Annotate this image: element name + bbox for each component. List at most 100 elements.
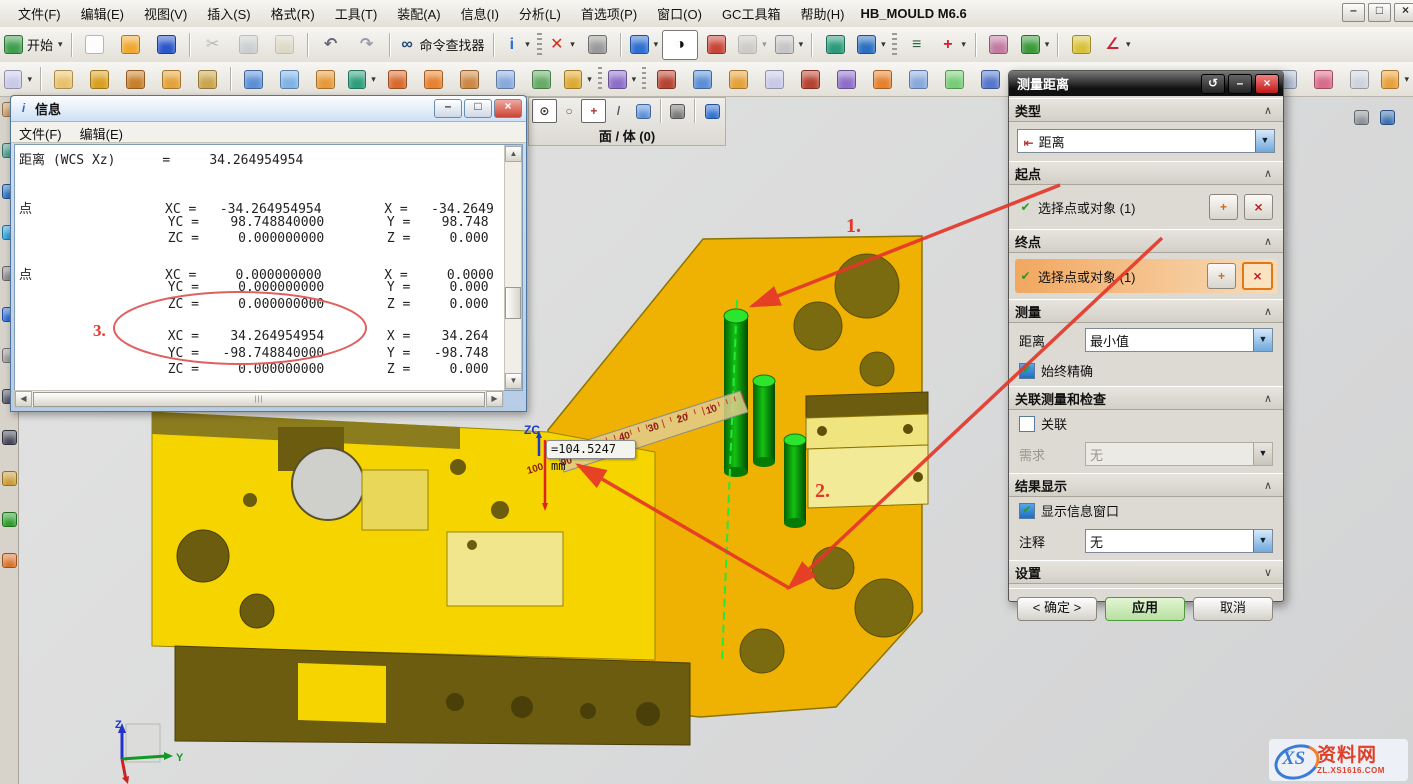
pocket-button[interactable] xyxy=(272,64,308,94)
start-menu-button[interactable]: 开始 ▾ xyxy=(0,30,67,60)
menu-assemblies[interactable]: 装配(A) xyxy=(387,1,450,26)
menu-file[interactable]: 文件(F) xyxy=(8,1,71,26)
snap-face-button[interactable] xyxy=(631,99,656,123)
section-settings[interactable]: 设置∨ xyxy=(1009,560,1283,584)
info-menu-file[interactable]: 文件(F) xyxy=(19,122,62,142)
section-start-point[interactable]: 起点∧ xyxy=(1009,161,1283,185)
extrude-button[interactable] xyxy=(82,64,118,94)
stacked-sheets-button[interactable] xyxy=(936,64,972,94)
dialog-reset-button[interactable]: ↺ xyxy=(1201,74,1225,94)
end-measure-option-button[interactable]: ⨯ xyxy=(1242,262,1273,290)
window-restore-button[interactable]: □ xyxy=(1368,3,1391,22)
distance-method-dropdown[interactable]: 最小值 ▼ xyxy=(1085,328,1273,352)
information-button[interactable]: i▾ xyxy=(499,30,535,60)
redo-button[interactable]: ↷ xyxy=(349,30,385,60)
sheet-button[interactable] xyxy=(864,64,900,94)
boolean-unite-button[interactable]: ▾ xyxy=(344,64,380,94)
menu-format[interactable]: 格式(R) xyxy=(261,1,325,26)
split-body-button[interactable] xyxy=(684,64,720,94)
undo-button[interactable]: ↶ xyxy=(313,30,349,60)
info-menu-edit[interactable]: 编辑(E) xyxy=(80,122,123,142)
open-book-button[interactable] xyxy=(1341,64,1377,94)
dropdown-arrow-icon[interactable]: ▼ xyxy=(1253,530,1272,552)
info-minimize-button[interactable]: – xyxy=(434,99,462,118)
menu-insert[interactable]: 插入(S) xyxy=(197,1,260,26)
window-close-button[interactable]: × xyxy=(1394,3,1413,22)
solid-snap-button[interactable] xyxy=(700,99,725,123)
menu-gc-toolbox[interactable]: GC工具箱 xyxy=(712,1,791,26)
snap-point-button[interactable]: + xyxy=(581,99,606,123)
menu-edit[interactable]: 编辑(E) xyxy=(71,1,134,26)
part-navigator-button[interactable]: ≡ xyxy=(899,30,935,60)
full-screen-button[interactable] xyxy=(1380,110,1395,128)
ok-button[interactable]: < 确定 > xyxy=(1017,597,1097,621)
open-file-button[interactable] xyxy=(113,30,149,60)
collapse-icon[interactable]: ∧ xyxy=(1259,166,1277,181)
snap-quadrant-button[interactable]: ○ xyxy=(557,99,582,123)
dropdown-arrow-icon[interactable]: ▼ xyxy=(1253,329,1272,351)
studio-surface-button[interactable] xyxy=(1305,64,1341,94)
datum-plane-button[interactable] xyxy=(46,64,82,94)
collapse-icon[interactable]: ∧ xyxy=(1259,103,1277,118)
window-minimize-button[interactable]: – xyxy=(1342,3,1365,22)
start-measure-option-button[interactable]: ⨯ xyxy=(1244,194,1273,220)
scrollbar-thumb[interactable]: ||| xyxy=(33,392,485,407)
info-restore-button[interactable]: □ xyxy=(464,99,492,118)
collapse-icon[interactable]: ∧ xyxy=(1259,304,1277,319)
slab-button[interactable] xyxy=(488,64,524,94)
snap-line-button[interactable]: / xyxy=(606,99,631,123)
show-hide-button[interactable]: ▾ xyxy=(1017,30,1054,60)
clip-section-button[interactable] xyxy=(817,30,853,60)
type-dropdown[interactable]: ⇤ 距离 ▼ xyxy=(1017,129,1275,153)
info-vertical-scrollbar[interactable]: ▲ ▼ xyxy=(504,145,522,390)
system-scenes-icon[interactable] xyxy=(2,471,17,486)
section-associative[interactable]: 关联测量和检查∧ xyxy=(1009,386,1283,410)
section-end-point[interactable]: 终点∧ xyxy=(1009,229,1283,253)
copy-button[interactable] xyxy=(231,30,267,60)
snap-center-button[interactable]: ⊙ xyxy=(532,99,557,123)
window-display-button[interactable]: ✕▾ xyxy=(544,30,580,60)
shell-button[interactable] xyxy=(524,64,560,94)
palettes-icon[interactable] xyxy=(2,553,17,568)
grid-snap-button[interactable] xyxy=(666,99,691,123)
annotation-dropdown[interactable]: 无 ▼ xyxy=(1085,529,1273,553)
checkbox-checked-icon[interactable]: ✔ xyxy=(1019,363,1035,379)
snapshot-button[interactable] xyxy=(698,30,734,60)
info-window-titlebar[interactable]: i 信息 – □ × xyxy=(11,96,526,122)
measure-distance-button[interactable] xyxy=(1063,30,1099,60)
show-info-checkbox-row[interactable]: ✔ 显示信息窗口 xyxy=(1009,497,1283,524)
checkbox-checked-icon[interactable]: ✔ xyxy=(1019,503,1035,519)
instance-feature-button[interactable] xyxy=(648,64,684,94)
loop-button[interactable] xyxy=(972,64,1008,94)
orient-view-button[interactable]: ▾ xyxy=(626,30,663,60)
slice-button[interactable] xyxy=(900,64,936,94)
info-window-content[interactable]: 距离 (WCS Xz) = 34.264954954 点 XC = -34.26… xyxy=(14,144,523,391)
dialog-minimize-button[interactable]: – xyxy=(1228,74,1252,94)
user-tools-icon[interactable] xyxy=(2,512,17,527)
exact-checkbox-row[interactable]: ✔ 始终精确 xyxy=(1009,357,1283,384)
associative-checkbox-row[interactable]: 关联 xyxy=(1009,410,1283,437)
wireframe-view-button[interactable]: ▾ xyxy=(734,30,771,60)
film-box-button[interactable] xyxy=(756,64,792,94)
section-type[interactable]: 类型∧ xyxy=(1009,98,1283,122)
end-point-selection-row[interactable]: ✔ 选择点或对象 (1) + ⨯ xyxy=(1015,259,1277,293)
rolled-sheet-button[interactable]: ▾ xyxy=(1377,64,1413,94)
csys-display-button[interactable]: +▾ xyxy=(935,30,971,60)
section-results[interactable]: 结果显示∧ xyxy=(1009,473,1283,497)
mold-plate-front[interactable] xyxy=(152,412,690,745)
join-button[interactable] xyxy=(720,64,756,94)
scroll-up-icon[interactable]: ▲ xyxy=(505,146,522,162)
chamfer-button[interactable] xyxy=(416,64,452,94)
end-point-dialog-button[interactable]: + xyxy=(1207,263,1236,289)
pad-button[interactable] xyxy=(236,64,272,94)
measure-angle-button[interactable]: ∠▾ xyxy=(1099,30,1135,60)
cut-button[interactable]: ✂ xyxy=(195,30,231,60)
menu-window[interactable]: 窗口(O) xyxy=(647,1,712,26)
hole-button[interactable] xyxy=(118,64,154,94)
wcs-dynamics-button[interactable]: ▾ xyxy=(604,64,640,94)
info-close-button[interactable]: × xyxy=(494,99,522,118)
section-measurement[interactable]: 测量∧ xyxy=(1009,299,1283,323)
revolve-button[interactable] xyxy=(190,64,226,94)
object-display-button[interactable] xyxy=(981,30,1017,60)
apply-button[interactable]: 应用 xyxy=(1105,597,1185,621)
